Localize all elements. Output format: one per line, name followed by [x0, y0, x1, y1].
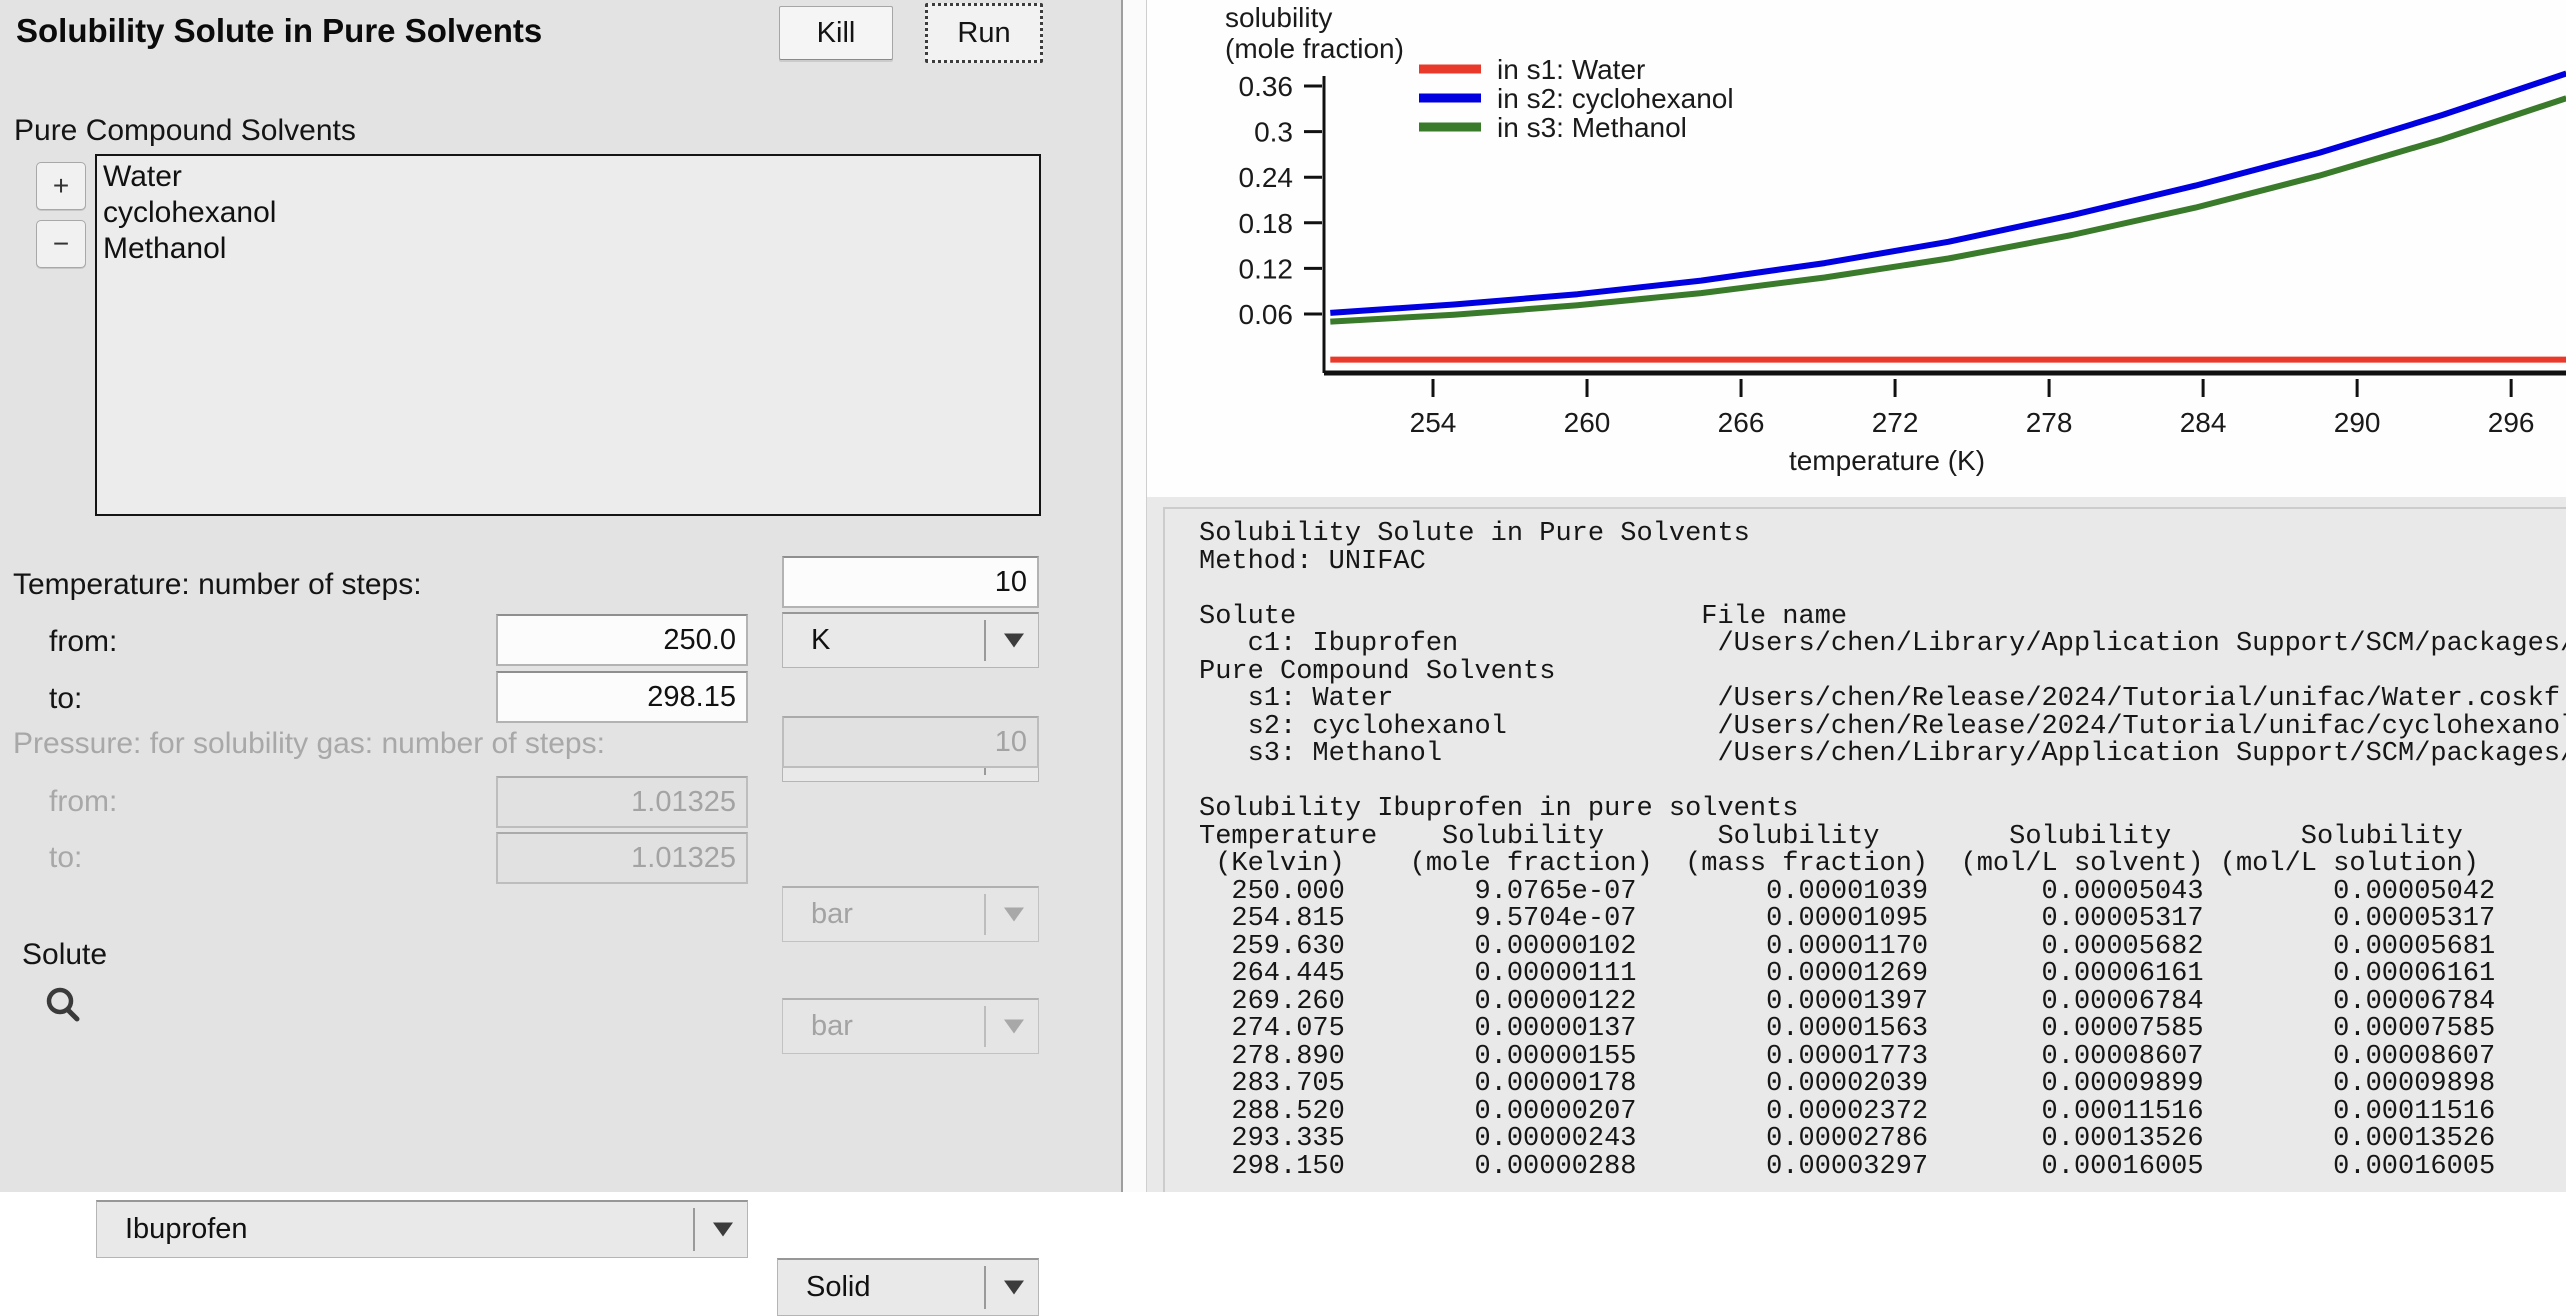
- app-window: Solubility Solute in Pure Solvents Kill …: [0, 0, 2566, 1192]
- remove-solvent-button[interactable]: −: [36, 220, 86, 268]
- x-tick-label: 278: [2026, 407, 2073, 438]
- solvents-listbox[interactable]: WatercyclohexanolMethanol: [95, 154, 1041, 516]
- phase-combobox[interactable]: Solid: [777, 1258, 1039, 1316]
- chevron-down-icon: [713, 1222, 733, 1236]
- y-axis-title: (mole fraction): [1225, 33, 1404, 64]
- legend-swatch: [1419, 94, 1481, 103]
- run-button[interactable]: Run: [925, 3, 1043, 63]
- pressure-from-label: from:: [49, 785, 117, 819]
- chevron-down-icon: [1004, 1019, 1024, 1033]
- combobox-separator: [984, 1266, 986, 1309]
- combobox-separator: [693, 1208, 695, 1251]
- temp-to-input[interactable]: [496, 671, 748, 723]
- x-tick-label: 284: [2180, 407, 2227, 438]
- y-tick-label: 0.18: [1239, 208, 1294, 239]
- add-solvent-button[interactable]: +: [36, 162, 86, 210]
- phase-value: Solid: [778, 1271, 871, 1304]
- pressure-steps-input: [782, 716, 1039, 768]
- solute-value: Ibuprofen: [97, 1213, 248, 1246]
- pressure-from-input: [496, 776, 748, 828]
- panel-divider: [1123, 0, 1147, 1192]
- y-tick-label: 0.06: [1239, 299, 1294, 330]
- solvents-label: Pure Compound Solvents: [14, 114, 356, 148]
- solute-combobox[interactable]: Ibuprofen: [96, 1200, 748, 1258]
- combobox-separator: [984, 620, 986, 661]
- x-tick-label: 254: [1410, 407, 1457, 438]
- x-tick-label: 296: [2488, 407, 2535, 438]
- temp-steps-input[interactable]: [782, 556, 1039, 608]
- pressure-from-unit-combobox: bar: [782, 886, 1039, 942]
- legend-swatch: [1419, 123, 1481, 132]
- y-axis-title: solubility: [1225, 2, 1332, 33]
- x-tick-label: 266: [1718, 407, 1765, 438]
- temp-from-input[interactable]: [496, 614, 748, 666]
- chevron-down-icon: [1004, 633, 1024, 647]
- temp-from-unit-combobox[interactable]: K: [782, 612, 1039, 668]
- solvent-item[interactable]: cyclohexanol: [103, 195, 1039, 231]
- pressure-to-unit-value: bar: [783, 1010, 853, 1043]
- chevron-down-icon: [1004, 907, 1024, 921]
- solvent-item[interactable]: Methanol: [103, 231, 1039, 267]
- temp-from-unit-value: K: [783, 624, 830, 657]
- console-text: Solubility Solute in Pure Solvents Metho…: [1165, 509, 2566, 1181]
- legend-label: in s2: cyclohexanol: [1497, 83, 1734, 114]
- temp-from-label: from:: [49, 625, 117, 659]
- combobox-separator: [984, 894, 986, 935]
- pressure-to-label: to:: [49, 841, 82, 875]
- x-tick-label: 260: [1564, 407, 1611, 438]
- pressure-to-input: [496, 832, 748, 884]
- legend-label: in s1: Water: [1497, 54, 1645, 85]
- page-title: Solubility Solute in Pure Solvents: [16, 12, 542, 50]
- solvent-item[interactable]: Water: [103, 159, 1039, 195]
- legend-label: in s3: Methanol: [1497, 112, 1687, 143]
- output-console: Solubility Solute in Pure Solvents Metho…: [1147, 497, 2566, 1192]
- pressure-from-unit-value: bar: [783, 898, 853, 931]
- pressure-steps-label: Pressure: for solubility gas: number of …: [13, 727, 605, 761]
- results-panel: solubility(mole fraction) 0.06 0.12 0.18 0.2…: [1147, 0, 2566, 1192]
- x-axis-title: temperature (K): [1789, 445, 1985, 476]
- y-tick-label: 0.12: [1239, 253, 1294, 284]
- y-tick-label: 0.3: [1254, 117, 1293, 148]
- x-tick-label: 290: [2334, 407, 2381, 438]
- temp-steps-label: Temperature: number of steps:: [13, 568, 422, 602]
- solute-label: Solute: [22, 938, 107, 972]
- search-icon[interactable]: [42, 984, 86, 1028]
- chevron-down-icon: [1004, 1280, 1024, 1294]
- y-tick-label: 0.36: [1239, 71, 1294, 102]
- temp-to-label: to:: [49, 682, 82, 716]
- solubility-chart: solubility(mole fraction) 0.06 0.12 0.18 0.2…: [1147, 0, 2566, 497]
- solubility-plot: solubility(mole fraction) 0.06 0.12 0.18 0.2…: [1147, 0, 2566, 497]
- pressure-to-unit-combobox: bar: [782, 998, 1039, 1054]
- y-tick-label: 0.24: [1239, 162, 1294, 193]
- x-tick-label: 272: [1872, 407, 1919, 438]
- kill-button[interactable]: Kill: [779, 6, 893, 60]
- solubility-form-panel: Solubility Solute in Pure Solvents Kill …: [0, 0, 1123, 1192]
- legend-swatch: [1419, 65, 1481, 74]
- combobox-separator: [984, 1006, 986, 1047]
- console-frame[interactable]: Solubility Solute in Pure Solvents Metho…: [1163, 507, 2566, 1192]
